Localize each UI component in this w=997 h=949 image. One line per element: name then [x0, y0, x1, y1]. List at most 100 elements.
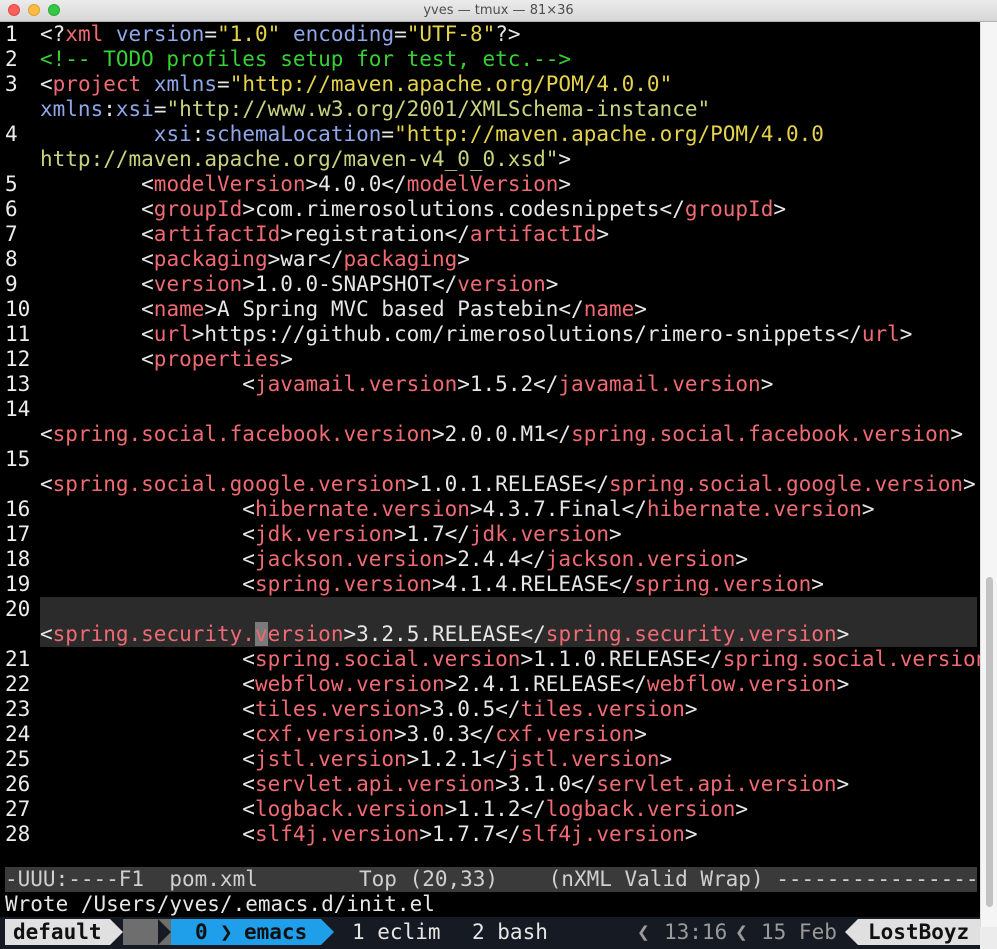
code-line[interactable]: <spring.security.version>3.2.5.RELEASE</… [40, 622, 849, 647]
code-token: spring.social.google.version [52, 472, 407, 496]
code-line[interactable]: <artifactId>registration</artifactId> [40, 222, 609, 247]
terminal-pane[interactable]: 1 <?xml version="1.0" encoding="UTF-8"?> 2… [0, 22, 997, 949]
code-token: 3.0.5 [431, 697, 496, 721]
line-number: 8 [5, 247, 18, 271]
tmux-status-bar: default 0 ❯ emacs 1 eclim 2 bash ❮ 13:16… [0, 917, 980, 949]
code-line[interactable]: <modelVersion>4.0.0</modelVersion> [40, 172, 571, 197]
tmux-active-window-index[interactable]: 0 [195, 919, 208, 945]
title-bar[interactable]: yves — tmux — 81×36 [0, 0, 997, 22]
code-token: 2.4.4 [457, 547, 521, 571]
code-line[interactable]: <groupId>com.rimerosolutions.codesnippet… [40, 197, 786, 222]
line-number: 27 [5, 797, 31, 821]
code-token: 2.0.0.M1 [444, 422, 546, 446]
code-token: "http://maven.apache.org/POM/4.0.0" [229, 72, 673, 96]
code-token: = [204, 22, 218, 46]
line-number: 3 [5, 72, 18, 96]
code-line[interactable]: <jackson.version>2.4.4</jackson.version> [40, 547, 748, 572]
tmux-window-eclim[interactable]: 1 eclim [352, 919, 441, 945]
code-token: artifactId [153, 222, 281, 246]
emacs-minibuffer[interactable]: Wrote /Users/yves/.emacs.d/init.el [5, 892, 965, 917]
code-line[interactable]: <cxf.version>3.0.3</cxf.version> [40, 722, 647, 747]
code-line[interactable]: <hibernate.version>4.3.7.Final</hibernat… [40, 497, 874, 522]
code-token: > [444, 672, 458, 696]
tmux-active-window-name[interactable]: emacs [244, 919, 307, 945]
code-line[interactable]: xsi:schemaLocation="http://maven.apache.… [40, 122, 824, 147]
line-number: 5 [5, 172, 18, 196]
code-token: < [40, 472, 53, 496]
code-token: > [444, 797, 458, 821]
scrollbar-thumb[interactable] [986, 577, 993, 907]
code-line[interactable]: <spring.version>4.1.4.RELEASE</spring.ve… [40, 572, 824, 597]
code-token: 1.7 [406, 522, 445, 546]
vertical-scrollbar[interactable] [980, 22, 997, 927]
line-number: 9 [5, 272, 18, 296]
code-token: > [469, 497, 483, 521]
code-token: jdk.version [469, 522, 609, 546]
code-token: > [836, 772, 850, 796]
code-line[interactable]: http://maven.apache.org/maven-v4_0_0.xsd… [40, 147, 571, 172]
code-token: ersion [267, 622, 344, 646]
code-line[interactable]: <?xml version="1.0" encoding="UTF-8"?> [40, 22, 521, 47]
code-token: </ [659, 197, 685, 221]
code-line[interactable]: <spring.social.google.version>1.0.1.RELE… [40, 472, 976, 497]
code-token: name [583, 297, 635, 321]
code-token: > [634, 722, 647, 746]
code-line[interactable]: <spring.social.facebook.version>2.0.0.M1… [40, 422, 963, 447]
line-number: 2 [5, 47, 18, 71]
code-token: < [40, 72, 53, 96]
line-number: 12 [5, 347, 31, 371]
code-token: "1.0" [217, 22, 281, 46]
code-line[interactable]: <javamail.version>1.5.2</javamail.versio… [40, 372, 773, 397]
tmux-window-bash[interactable]: 2 bash [472, 919, 548, 945]
tmux-date: 15 Feb [761, 920, 837, 944]
code-line[interactable]: <jdk.version>1.7</jdk.version> [40, 522, 621, 547]
code-token: < [40, 272, 154, 296]
code-token: </ [318, 247, 344, 271]
code-token: < [40, 672, 255, 696]
code-line[interactable]: <webflow.version>2.4.1.RELEASE</webflow.… [40, 672, 849, 697]
text-cursor: v [254, 622, 268, 646]
code-line[interactable]: <jstl.version>1.2.1</jstl.version> [40, 747, 672, 772]
code-token: > [444, 547, 458, 571]
code-line[interactable]: <spring.social.version>1.1.0.RELEASE</sp… [40, 647, 997, 672]
code-token: com.rimerosolutions.codesnippets [254, 197, 660, 221]
code-token: > [596, 222, 609, 246]
code-line[interactable]: <version>1.0.0-SNAPSHOT</version> [40, 272, 558, 297]
code-token: > [419, 697, 432, 721]
code-token: < [40, 297, 154, 321]
code-token: registration [292, 222, 445, 246]
code-line[interactable]: xmlns:xsi="http://www.w3.org/2001/XMLSch… [40, 97, 710, 122]
code-token: jackson.version [254, 547, 445, 571]
code-line[interactable]: <tiles.version>3.0.5</tiles.version> [40, 697, 697, 722]
code-token: modelVersion [153, 172, 306, 196]
code-token: artifactId [469, 222, 597, 246]
code-line[interactable]: <slf4j.version>1.7.7</slf4j.version> [40, 822, 697, 847]
code-line[interactable]: <properties> [40, 347, 293, 372]
code-token: < [40, 747, 255, 771]
code-token: url [153, 322, 192, 346]
code-token: javamail.version [254, 372, 458, 396]
chevron-left-icon: ❮ [735, 920, 748, 944]
code-line[interactable]: <name>A Spring MVC based Pastebin</name> [40, 297, 647, 322]
code-token: : [191, 122, 205, 146]
code-token: < [40, 497, 255, 521]
code-line[interactable]: <!-- TODO profiles setup for test, etc.-… [40, 47, 571, 72]
code-line[interactable]: <servlet.api.version>3.1.0</servlet.api.… [40, 772, 849, 797]
line-number: 21 [5, 647, 31, 671]
code-token: < [40, 697, 255, 721]
code-token: > [242, 197, 255, 221]
code-token: < [40, 772, 255, 796]
code-token: > [343, 622, 357, 646]
code-line[interactable]: <logback.version>1.1.2</logback.version> [40, 797, 748, 822]
code-token: < [40, 222, 154, 246]
code-token: < [40, 647, 255, 671]
line-number: 18 [5, 547, 31, 571]
code-token: 4.1.4.RELEASE [444, 572, 609, 596]
code-token: "UTF-8" [406, 22, 496, 46]
code-line[interactable]: <url>https://github.com/rimerosolutions/… [40, 322, 912, 347]
code-line[interactable]: <project xmlns="http://maven.apache.org/… [40, 72, 672, 97]
code-line[interactable]: <packaging>war</packaging> [40, 247, 470, 272]
line-number: 24 [5, 722, 31, 746]
code-token: < [40, 572, 255, 596]
